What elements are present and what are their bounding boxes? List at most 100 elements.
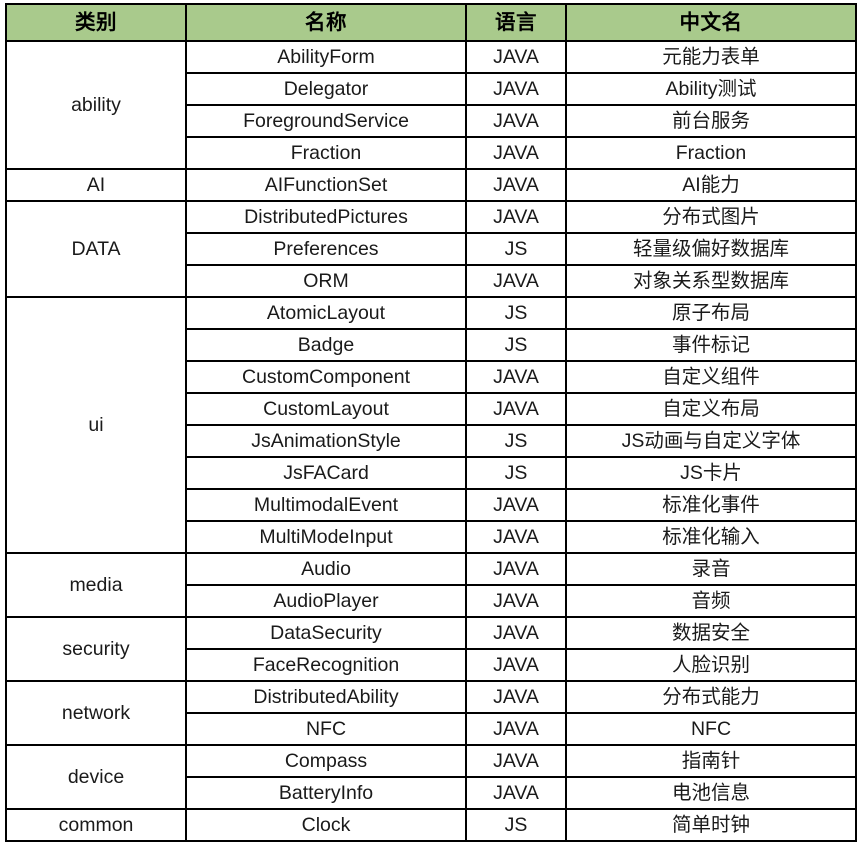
table-row: DATA DistributedPictures JAVA 分布式图片: [5, 200, 857, 298]
language-cell: JAVA: [465, 136, 567, 170]
chinese-name-cell: 标准化事件: [565, 488, 857, 522]
chinese-name-cell: 轻量级偏好数据库: [565, 232, 857, 266]
table-header-row: 类别 名称 语言 中文名: [5, 3, 857, 42]
capabilities-table: 类别 名称 语言 中文名 ability AbilityForm JAVA 元能力表单 Del…: [5, 3, 857, 842]
chinese-name-cell: 自定义布局: [565, 392, 857, 426]
name-cell: MultimodalEvent: [185, 488, 467, 522]
category-cell: media: [5, 552, 187, 618]
name-cell: Preferences: [185, 232, 467, 266]
language-cell: JAVA: [465, 552, 567, 586]
table-header: 类别 名称 语言 中文名: [5, 3, 857, 42]
chinese-name-cell: 元能力表单: [565, 40, 857, 74]
name-cell: JsAnimationStyle: [185, 424, 467, 458]
language-cell: JAVA: [465, 104, 567, 138]
language-cell: JS: [465, 296, 567, 330]
chinese-name-cell: 简单时钟: [565, 808, 857, 842]
language-cell: JAVA: [465, 360, 567, 394]
chinese-name-cell: JS卡片: [565, 456, 857, 490]
chinese-name-cell: 数据安全: [565, 616, 857, 650]
name-cell: ForegroundService: [185, 104, 467, 138]
category-cell: DATA: [5, 200, 187, 298]
chinese-name-cell: 电池信息: [565, 776, 857, 810]
table-row: device Compass JAVA 指南针: [5, 744, 857, 810]
chinese-name-cell: Fraction: [565, 136, 857, 170]
language-cell: JAVA: [465, 264, 567, 298]
language-cell: JAVA: [465, 744, 567, 778]
table-row: security DataSecurity JAVA 数据安全: [5, 616, 857, 682]
name-cell: ORM: [185, 264, 467, 298]
chinese-name-cell: AI能力: [565, 168, 857, 202]
language-cell: JAVA: [465, 168, 567, 202]
chinese-name-cell: NFC: [565, 712, 857, 746]
table-container: 类别 名称 语言 中文名 ability AbilityForm JAVA 元能力表单 Del…: [0, 0, 861, 844]
chinese-name-cell: 人脸识别: [565, 648, 857, 682]
name-cell: DistributedAbility: [185, 680, 467, 714]
name-cell: AIFunctionSet: [185, 168, 467, 202]
column-header-name: 名称: [185, 3, 467, 42]
name-cell: NFC: [185, 712, 467, 746]
name-cell: DistributedPictures: [185, 200, 467, 234]
chinese-name-cell: Ability测试: [565, 72, 857, 106]
name-cell: Fraction: [185, 136, 467, 170]
language-cell: JAVA: [465, 648, 567, 682]
name-cell: MultiModeInput: [185, 520, 467, 554]
category-cell: security: [5, 616, 187, 682]
name-cell: FaceRecognition: [185, 648, 467, 682]
chinese-name-cell: 对象关系型数据库: [565, 264, 857, 298]
category-cell: common: [5, 808, 187, 842]
language-cell: JS: [465, 328, 567, 362]
chinese-name-cell: 录音: [565, 552, 857, 586]
language-cell: JAVA: [465, 392, 567, 426]
language-cell: JAVA: [465, 680, 567, 714]
language-cell: JAVA: [465, 712, 567, 746]
table-row: common Clock JS 简单时钟: [5, 808, 857, 842]
name-cell: Compass: [185, 744, 467, 778]
language-cell: JS: [465, 232, 567, 266]
chinese-name-cell: 前台服务: [565, 104, 857, 138]
chinese-name-cell: 指南针: [565, 744, 857, 778]
name-cell: AbilityForm: [185, 40, 467, 74]
name-cell: Audio: [185, 552, 467, 586]
table-row: ui AtomicLayout JS 原子布局: [5, 296, 857, 554]
language-cell: JS: [465, 424, 567, 458]
category-cell: ui: [5, 296, 187, 554]
chinese-name-cell: 标准化输入: [565, 520, 857, 554]
table-body: ability AbilityForm JAVA 元能力表单 Delegator JAVA…: [5, 40, 857, 842]
language-cell: JS: [465, 808, 567, 842]
category-cell: network: [5, 680, 187, 746]
language-cell: JAVA: [465, 488, 567, 522]
language-cell: JAVA: [465, 584, 567, 618]
name-cell: AtomicLayout: [185, 296, 467, 330]
name-cell: Clock: [185, 808, 467, 842]
language-cell: JAVA: [465, 72, 567, 106]
table-row: AI AIFunctionSet JAVA AI能力: [5, 168, 857, 202]
column-header-category: 类别: [5, 3, 187, 42]
language-cell: JS: [465, 456, 567, 490]
category-cell: device: [5, 744, 187, 810]
chinese-name-cell: 自定义组件: [565, 360, 857, 394]
name-cell: CustomComponent: [185, 360, 467, 394]
name-cell: BatteryInfo: [185, 776, 467, 810]
name-cell: CustomLayout: [185, 392, 467, 426]
language-cell: JAVA: [465, 520, 567, 554]
language-cell: JAVA: [465, 776, 567, 810]
chinese-name-cell: JS动画与自定义字体: [565, 424, 857, 458]
name-cell: AudioPlayer: [185, 584, 467, 618]
language-cell: JAVA: [465, 616, 567, 650]
name-cell: Delegator: [185, 72, 467, 106]
column-header-chinese_name: 中文名: [565, 3, 857, 42]
table-row: media Audio JAVA 录音: [5, 552, 857, 618]
table-row: ability AbilityForm JAVA 元能力表单: [5, 40, 857, 170]
language-cell: JAVA: [465, 40, 567, 74]
chinese-name-cell: 分布式能力: [565, 680, 857, 714]
language-cell: JAVA: [465, 200, 567, 234]
chinese-name-cell: 分布式图片: [565, 200, 857, 234]
name-cell: JsFACard: [185, 456, 467, 490]
chinese-name-cell: 事件标记: [565, 328, 857, 362]
chinese-name-cell: 音频: [565, 584, 857, 618]
name-cell: Badge: [185, 328, 467, 362]
category-cell: ability: [5, 40, 187, 170]
category-cell: AI: [5, 168, 187, 202]
chinese-name-cell: 原子布局: [565, 296, 857, 330]
table-row: network DistributedAbility JAVA 分布式能力: [5, 680, 857, 746]
